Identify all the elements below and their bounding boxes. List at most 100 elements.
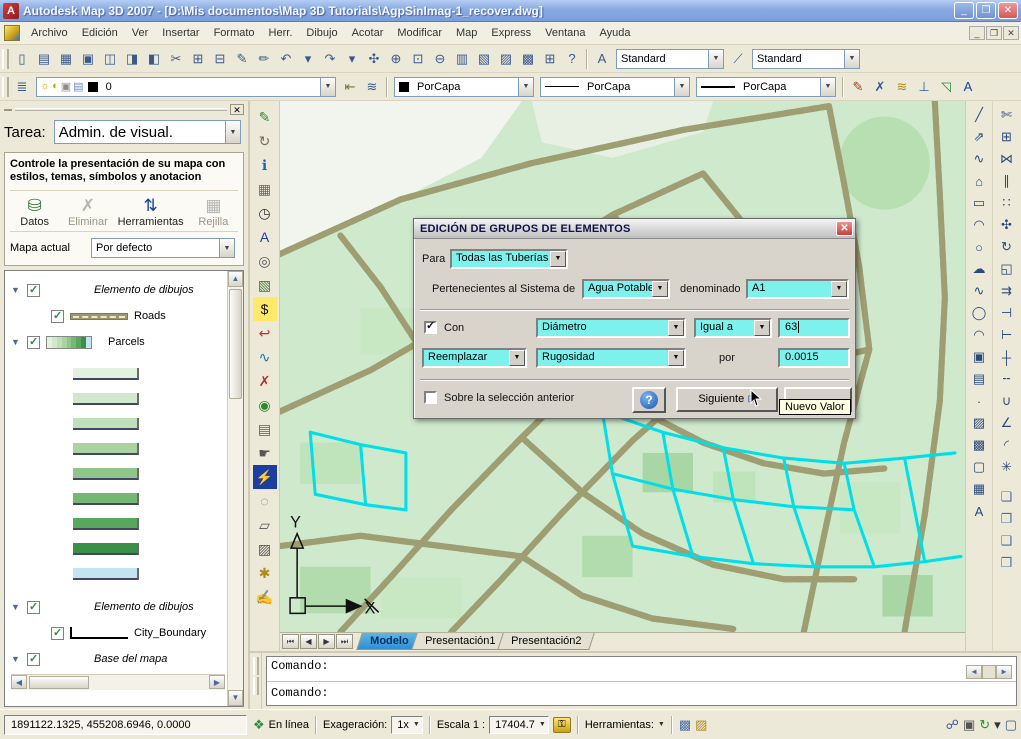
construction-line-icon[interactable]: ⇗: [968, 126, 991, 148]
trim-icon[interactable]: ⊣: [995, 302, 1018, 324]
chevron-down-icon[interactable]: ▼: [708, 50, 723, 68]
color-combo[interactable]: PorCapa ▼: [394, 77, 534, 97]
erase-icon[interactable]: ✄: [995, 104, 1018, 126]
gradient-icon[interactable]: ▩: [968, 434, 991, 456]
command-window-grip[interactable]: [250, 653, 262, 709]
valor-input[interactable]: 63: [778, 318, 850, 338]
profile-icon[interactable]: ▤: [253, 417, 277, 441]
workspace-icon[interactable]: ▨: [695, 717, 707, 733]
scroll-right-icon[interactable]: ▶: [209, 675, 225, 689]
designcenter-icon[interactable]: ▧: [473, 48, 495, 70]
dim-style-combo[interactable]: Standard ▼: [752, 49, 860, 69]
propiedad-combo[interactable]: Diámetro▼: [536, 318, 686, 338]
attach-icon[interactable]: ⊥: [913, 76, 935, 98]
lock-icon[interactable]: ▣: [61, 80, 71, 93]
mirror-icon[interactable]: ⋈: [995, 148, 1018, 170]
propiedad2-combo[interactable]: Rugosidad▼: [536, 348, 686, 368]
stretch-icon[interactable]: ⇉: [995, 280, 1018, 302]
tree-row-roads[interactable]: Roads: [11, 303, 225, 329]
rendermat-icon[interactable]: ✗: [869, 76, 891, 98]
copy-icon[interactable]: ⊞: [187, 48, 209, 70]
break-icon[interactable]: ╌: [995, 368, 1018, 390]
para-combo[interactable]: Todas las Tuberías▼: [450, 249, 568, 269]
table-icon[interactable]: ▦: [968, 478, 991, 500]
chevron-down-icon[interactable]: ▼: [668, 350, 684, 366]
dim-style-icon[interactable]: ⟋: [727, 48, 749, 70]
denominado-combo[interactable]: A1▼: [746, 279, 849, 299]
plot-state-icon[interactable]: ▤: [73, 80, 83, 93]
tree-hscrollbar[interactable]: ◀ ▶: [11, 674, 225, 690]
lineweight-combo[interactable]: PorCapa ▼: [696, 77, 836, 97]
doc-minimize-button[interactable]: _: [969, 26, 985, 40]
command-history[interactable]: Comando: ◀ ▶: [267, 657, 1016, 682]
herramientas-button[interactable]: ⇅ Herramientas: [117, 196, 185, 228]
tab-presentacion1[interactable]: Presentación1: [411, 633, 509, 650]
connect-node-icon[interactable]: ◉: [253, 393, 277, 417]
zoom-realtime-icon[interactable]: ⊕: [385, 48, 407, 70]
operador-combo[interactable]: Igual a▼: [694, 318, 772, 338]
plot-icon[interactable]: ▣: [77, 48, 99, 70]
join-icon[interactable]: ∪: [995, 390, 1018, 412]
menu-ver[interactable]: Ver: [125, 24, 156, 42]
menu-acotar[interactable]: Acotar: [345, 24, 391, 42]
chevron-down-icon[interactable]: ▼: [539, 721, 546, 728]
pipe-icon[interactable]: ∿: [253, 345, 277, 369]
tab-prev-button[interactable]: ◀: [300, 634, 317, 649]
move-icon[interactable]: ✣: [995, 214, 1018, 236]
tree-vscrollbar[interactable]: ▲ ▼: [227, 271, 243, 706]
toolbar-grip[interactable]: [2, 77, 9, 97]
chevron-down-icon[interactable]: ▼: [674, 78, 689, 96]
clean-screen-icon[interactable]: ↻: [979, 717, 990, 733]
text-style-icon[interactable]: A: [591, 48, 613, 70]
redo-dropdown-icon[interactable]: ▾: [341, 48, 363, 70]
annotation-icon[interactable]: A: [253, 225, 277, 249]
nuevo-valor-input[interactable]: 0.0015: [778, 348, 850, 368]
match-cell-icon[interactable]: ✏: [253, 48, 275, 70]
coordinates-readout[interactable]: 1891122.1325, 455208.6946, 0.0000: [4, 715, 247, 735]
plot-preview-icon[interactable]: ◫: [99, 48, 121, 70]
menu-formato[interactable]: Formato: [207, 24, 262, 42]
close-button[interactable]: ✕: [998, 2, 1018, 19]
task-pane-grip[interactable]: ✕: [4, 104, 244, 115]
undo-dropdown-icon[interactable]: ▾: [297, 48, 319, 70]
data-table-icon[interactable]: ▦: [253, 177, 277, 201]
send-to-back-icon[interactable]: ❐: [995, 508, 1018, 530]
send-under-icon[interactable]: ❒: [995, 552, 1018, 574]
visibility-checkbox[interactable]: [51, 627, 64, 640]
quickcalc-icon[interactable]: ⊞: [539, 48, 561, 70]
menu-modificar[interactable]: Modificar: [390, 24, 449, 42]
publish-icon[interactable]: ◨: [121, 48, 143, 70]
menu-archivo[interactable]: Archivo: [24, 24, 75, 42]
scale-icon[interactable]: ◱: [995, 258, 1018, 280]
hatch-pattern-icon[interactable]: ▨: [253, 537, 277, 561]
chevron-down-icon[interactable]: ▼: [413, 721, 420, 728]
cost-icon[interactable]: $: [253, 297, 277, 321]
time-icon[interactable]: ◷: [253, 201, 277, 225]
scroll-down-icon[interactable]: ▼: [228, 690, 243, 706]
chevron-down-icon[interactable]: ▼: [831, 281, 847, 297]
tab-next-button[interactable]: ▶: [318, 634, 335, 649]
line-icon[interactable]: ╱: [968, 104, 991, 126]
revcloud-icon[interactable]: ☁: [968, 258, 991, 280]
make-layer-current-icon[interactable]: ⇤: [339, 76, 361, 98]
mapbook-icon[interactable]: ▩: [679, 717, 691, 733]
annotation-monitor-icon[interactable]: ☍: [946, 717, 959, 733]
minimize-button[interactable]: _: [954, 2, 974, 19]
herramientas-menu[interactable]: Herramientas: ▼: [585, 719, 665, 731]
hatch-tool-icon[interactable]: ≋: [891, 76, 913, 98]
dialog-title-bar[interactable]: EDICIÓN DE GRUPOS DE ELEMENTOS ✕: [414, 219, 855, 239]
pipe-delete-icon[interactable]: ✗: [253, 369, 277, 393]
collapse-icon[interactable]: ▼: [11, 602, 27, 612]
bulb-icon[interactable]: ☼: [40, 80, 50, 93]
con-checkbox[interactable]: [424, 321, 437, 334]
seleccion-checkbox[interactable]: [424, 391, 437, 404]
menu-ayuda[interactable]: Ayuda: [593, 24, 638, 42]
menu-ventana[interactable]: Ventana: [538, 24, 592, 42]
chevron-down-icon[interactable]: ▼: [219, 239, 234, 257]
chevron-down-icon[interactable]: ▼: [320, 78, 335, 96]
scroll-left-icon[interactable]: ◀: [11, 675, 27, 689]
chevron-down-icon[interactable]: ▼: [652, 281, 668, 297]
insert-block-icon[interactable]: ▣: [968, 346, 991, 368]
symbol-bee-icon[interactable]: ✱: [253, 561, 277, 585]
menu-herr[interactable]: Herr.: [262, 24, 300, 42]
